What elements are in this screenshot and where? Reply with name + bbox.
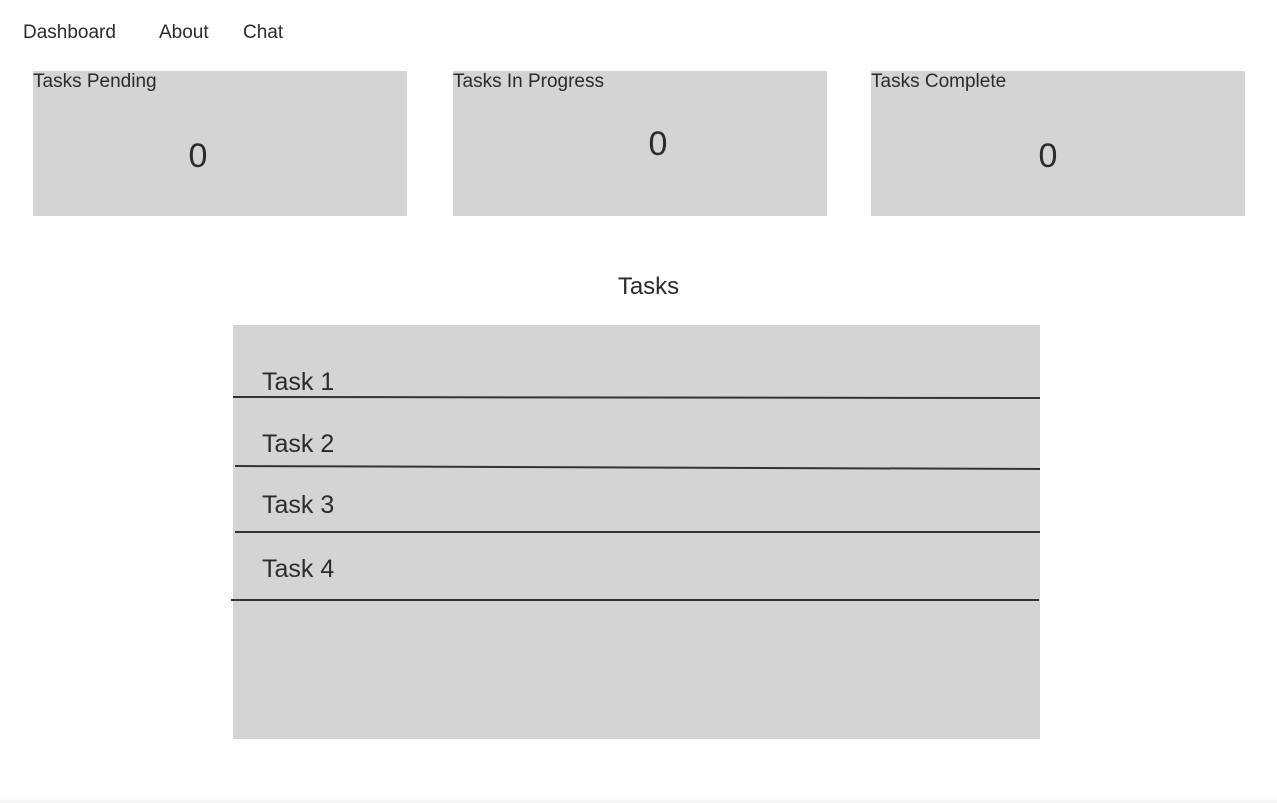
task-label: Task 1 xyxy=(262,368,335,396)
task-list-item[interactable]: Task 2 xyxy=(233,425,1040,461)
page-bottom-edge xyxy=(0,797,1277,803)
stat-card-pending: Tasks Pending 0 xyxy=(33,71,407,216)
stat-card-title: Tasks In Progress xyxy=(453,71,604,92)
task-list-item[interactable]: Task 4 xyxy=(233,550,1040,586)
task-list-item[interactable]: Task 1 xyxy=(233,363,1040,399)
task-label: Task 4 xyxy=(262,555,335,583)
task-label: Task 2 xyxy=(262,430,335,458)
stat-card-title: Tasks Pending xyxy=(33,71,157,92)
task-list-item[interactable]: Task 3 xyxy=(233,485,1040,521)
stat-card-count: 0 xyxy=(648,125,668,163)
task-label: Task 3 xyxy=(262,491,335,519)
stat-card-in-progress: Tasks In Progress 0 xyxy=(453,71,827,216)
stat-card-title: Tasks Complete xyxy=(871,71,1007,92)
nav-link-about[interactable]: About xyxy=(159,20,209,46)
stat-card-complete: Tasks Complete 0 xyxy=(871,71,1245,216)
nav-link-dashboard[interactable]: Dashboard xyxy=(23,20,116,46)
stat-card-count: 0 xyxy=(1038,137,1058,175)
tasks-heading: Tasks xyxy=(617,273,680,300)
stat-card-count: 0 xyxy=(188,137,208,175)
task-list: Task 1 Task 2 Task 3 Task 4 xyxy=(233,325,1040,739)
nav-link-chat[interactable]: Chat xyxy=(243,20,283,46)
